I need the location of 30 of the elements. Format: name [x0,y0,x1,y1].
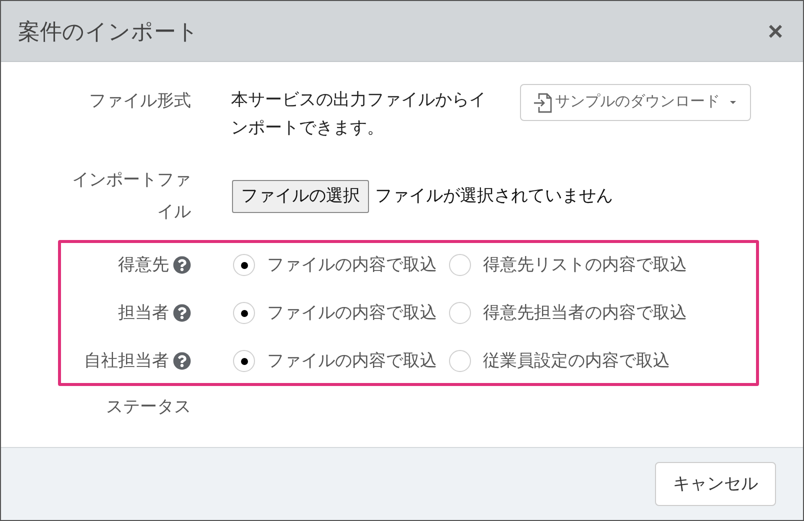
field-label: 得意先 [118,254,169,276]
field-label: 自社担当者 [84,350,169,372]
file-import-icon [533,92,553,114]
radio-label: ファイルの内容で取込 [267,350,437,372]
help-icon[interactable] [173,256,191,274]
radio-label: ファイルの内容で取込 [267,254,437,276]
choose-file-button[interactable]: ファイルの選択 [232,180,369,212]
radio-button[interactable] [449,254,471,276]
field-label: ステータス [105,396,191,418]
dialog-title: 案件のインポート [18,18,199,46]
radio-button[interactable] [233,254,255,276]
help-icon[interactable] [173,352,191,370]
radio-label: 得意先リストの内容で取込 [483,254,687,276]
radio-button[interactable] [449,302,471,324]
radio-label: 得意先担当者の内容で取込 [483,302,687,324]
radio-button[interactable] [449,350,471,372]
field-label: 担当者 [118,302,169,324]
radio-button[interactable] [233,350,255,372]
radio-label: 従業員設定の内容で取込 [483,350,670,372]
radio-button[interactable] [233,302,255,324]
field-label: ファイル形式 [88,90,191,112]
description-text: 本サービスの出力ファイルからインポートできます。 [231,89,487,139]
field-label: インポートファイル [71,169,191,223]
cancel-button[interactable]: キャンセル [655,462,776,506]
radio-label: ファイルの内容で取込 [267,302,437,324]
file-status-text: ファイルが選択されていません [375,185,613,208]
caret-icon [728,100,738,106]
close-button[interactable]: × [768,18,783,44]
help-icon[interactable] [173,304,191,322]
download-button[interactable]: サンプルのダウンロード [520,84,751,121]
